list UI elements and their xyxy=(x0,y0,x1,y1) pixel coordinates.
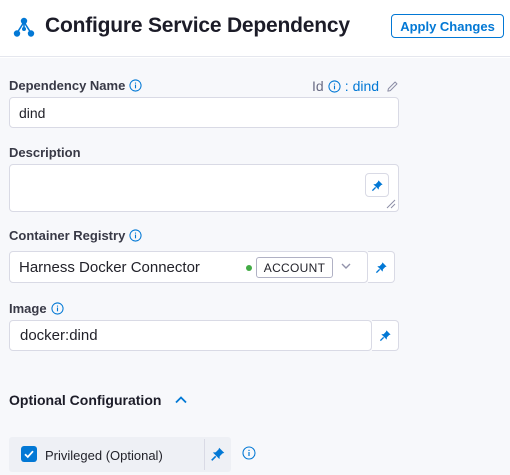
privileged-label: Privileged (Optional) xyxy=(45,448,163,463)
info-circle-icon[interactable] xyxy=(129,229,142,242)
check-icon xyxy=(24,450,34,459)
service-dependency-icon xyxy=(13,17,35,37)
pin-icon xyxy=(371,179,383,191)
page-title: Configure Service Dependency xyxy=(45,14,350,37)
id-value: dind xyxy=(352,78,380,94)
header-bar: Configure Service Dependency Apply Chang… xyxy=(0,0,510,57)
info-circle-icon[interactable] xyxy=(328,79,341,93)
pin-icon[interactable] xyxy=(210,446,226,462)
dependency-name-input[interactable]: dind xyxy=(9,97,399,128)
description-pin-button[interactable] xyxy=(365,173,389,197)
dependency-name-label-text: Dependency Name xyxy=(9,78,126,93)
container-registry-label: Container Registry xyxy=(9,228,142,243)
divider xyxy=(204,439,205,470)
description-label-text: Description xyxy=(9,145,81,160)
id-separator: : xyxy=(344,78,349,94)
chevron-down-icon[interactable] xyxy=(339,259,353,273)
description-textarea[interactable] xyxy=(9,164,399,212)
description-label: Description xyxy=(9,145,81,160)
image-pin-button[interactable] xyxy=(372,320,399,351)
info-circle-icon[interactable] xyxy=(50,302,64,315)
info-circle-icon[interactable] xyxy=(129,79,142,92)
id-label: Id xyxy=(312,78,324,94)
info-circle-icon[interactable] xyxy=(242,446,256,460)
optional-configuration-title[interactable]: Optional Configuration xyxy=(9,392,161,408)
chevron-up-icon[interactable] xyxy=(173,392,189,408)
pin-icon xyxy=(379,330,391,342)
apply-changes-button[interactable]: Apply Changes xyxy=(391,14,504,38)
container-registry-pin-button[interactable] xyxy=(368,251,395,283)
image-input[interactable]: docker:dind xyxy=(9,320,372,351)
pin-icon xyxy=(375,261,387,273)
dependency-name-label: Dependency Name xyxy=(9,78,142,93)
privileged-option: Privileged (Optional) xyxy=(9,437,231,472)
container-registry-label-text: Container Registry xyxy=(9,228,126,243)
privileged-checkbox[interactable] xyxy=(21,446,37,462)
connector-status-dot xyxy=(246,265,252,271)
identifier-display: Id : dind xyxy=(312,77,399,95)
image-label: Image xyxy=(9,301,64,316)
resize-grip-icon[interactable] xyxy=(386,199,396,209)
pencil-icon[interactable] xyxy=(386,80,399,93)
container-registry-value: Harness Docker Connector xyxy=(19,258,200,276)
image-label-text: Image xyxy=(9,301,47,316)
account-scope-badge: ACCOUNT xyxy=(256,257,333,278)
